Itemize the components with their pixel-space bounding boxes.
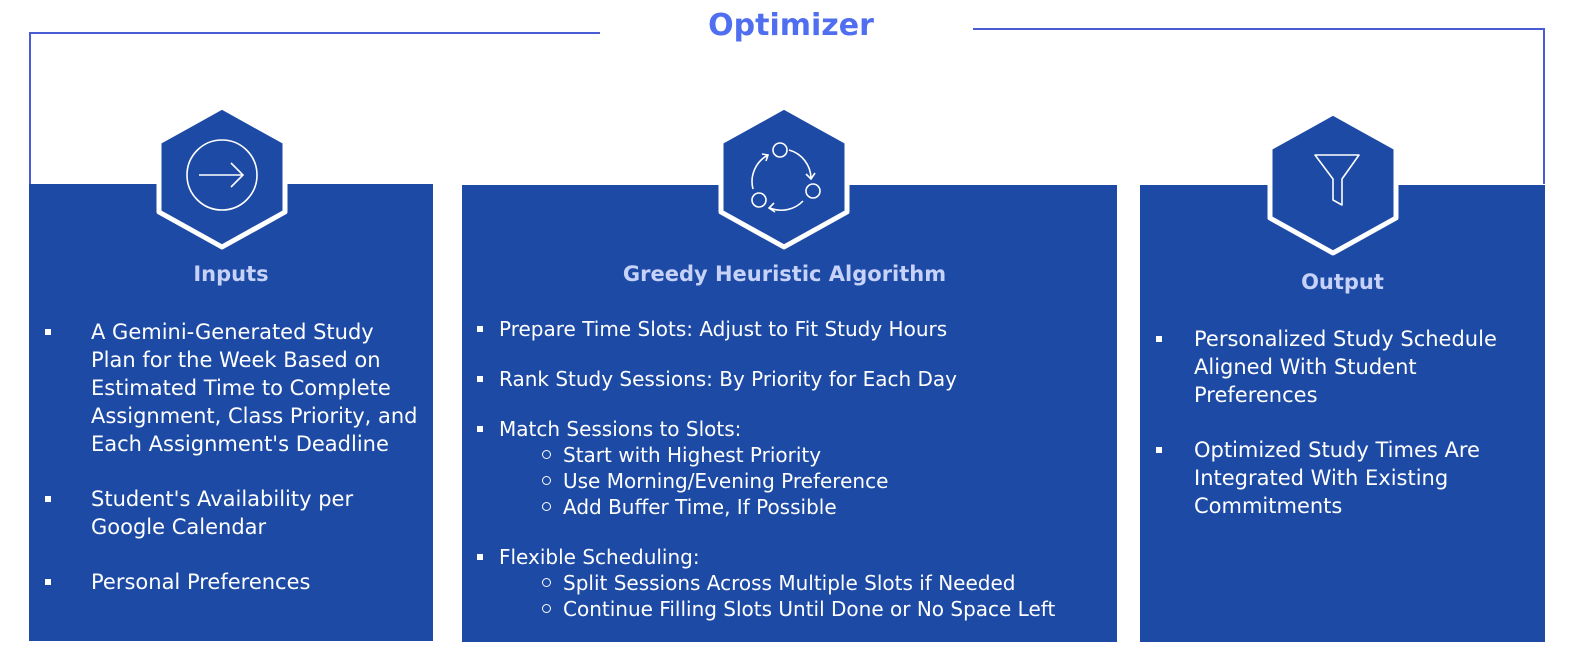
list-item-label: Match Sessions to Slots: — [499, 417, 742, 441]
algorithm-list: Prepare Time Slots: Adjust to Fit Study … — [477, 316, 1107, 646]
sub-list-item: Start with Highest Priority — [541, 442, 1107, 468]
list-item: Optimized Study Times Are Integrated Wit… — [1156, 436, 1536, 520]
inputs-panel: Inputs A Gemini-Generated Study Plan for… — [29, 184, 433, 641]
arrow-right-circle-icon — [185, 138, 259, 212]
frame-line-right-top — [973, 28, 1545, 30]
list-item: Personalized Study Schedule Aligned With… — [1156, 325, 1536, 409]
frame-line-right-vertical — [1543, 28, 1545, 184]
diagram-title: Optimizer — [708, 8, 874, 43]
frame-line-left-vertical — [29, 32, 31, 184]
output-title: Output — [1301, 270, 1384, 294]
list-item: Personal Preferences — [45, 568, 425, 596]
frame-line-left-top — [29, 32, 600, 34]
algorithm-panel: Greedy Heuristic Algorithm Prepare Time … — [462, 185, 1117, 642]
list-item-label: Flexible Scheduling: — [499, 545, 700, 569]
inputs-list: A Gemini-Generated Study Plan for the We… — [45, 318, 425, 623]
list-item: Match Sessions to Slots: Start with High… — [477, 416, 1107, 520]
sub-list: Start with Highest Priority Use Morning/… — [499, 442, 1107, 520]
sub-list-item: Continue Filling Slots Until Done or No … — [541, 596, 1107, 622]
output-list: Personalized Study Schedule Aligned With… — [1156, 325, 1536, 547]
inputs-title: Inputs — [193, 262, 269, 286]
list-item: Student's Availability per Google Calend… — [45, 485, 425, 541]
list-item: Prepare Time Slots: Adjust to Fit Study … — [477, 316, 1107, 342]
list-item: Rank Study Sessions: By Priority for Eac… — [477, 366, 1107, 392]
list-item: Flexible Scheduling: Split Sessions Acro… — [477, 544, 1107, 622]
sub-list-item: Add Buffer Time, If Possible — [541, 494, 1107, 520]
sub-list: Split Sessions Across Multiple Slots if … — [499, 570, 1107, 622]
sub-list-item: Split Sessions Across Multiple Slots if … — [541, 570, 1107, 596]
list-item: A Gemini-Generated Study Plan for the We… — [45, 318, 425, 458]
algorithm-title: Greedy Heuristic Algorithm — [622, 262, 947, 286]
cycle-icon — [744, 136, 828, 220]
sub-list-item: Use Morning/Evening Preference — [541, 468, 1107, 494]
funnel-icon — [1313, 152, 1361, 208]
